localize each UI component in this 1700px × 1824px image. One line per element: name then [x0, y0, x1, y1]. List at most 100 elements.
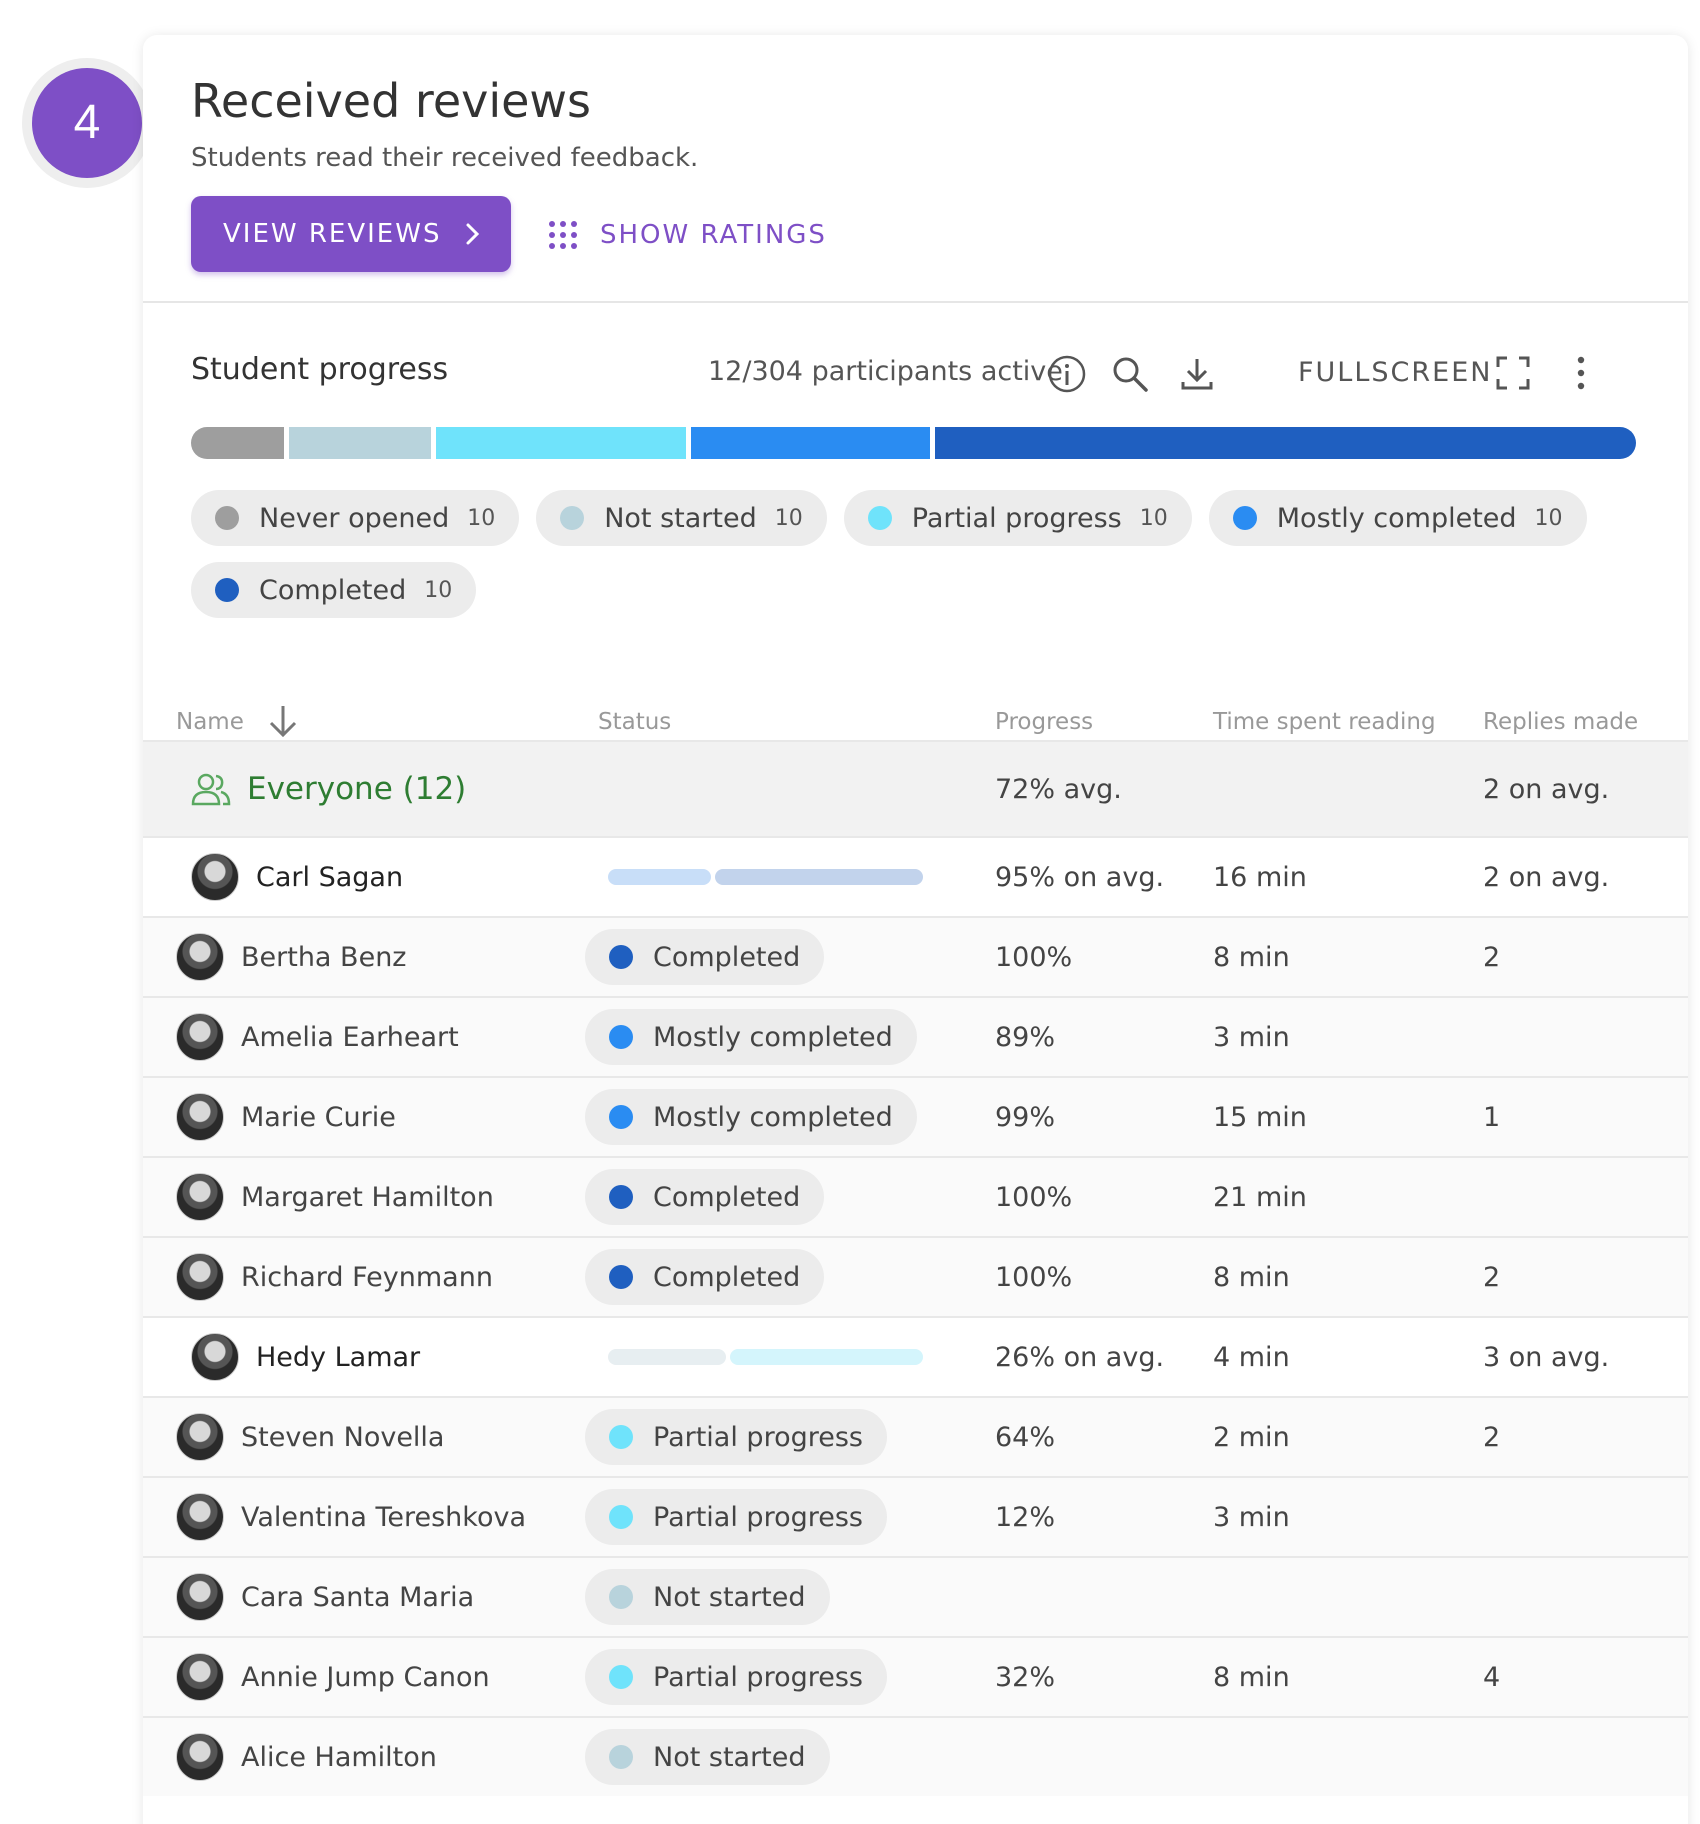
group-users-icon [191, 773, 231, 806]
info-icon[interactable] [1048, 355, 1086, 393]
avatar [176, 1253, 224, 1301]
sort-down-icon[interactable] [266, 703, 300, 739]
progress-cell: 64% [995, 1421, 1056, 1453]
avatar [176, 1413, 224, 1461]
status-label: Mostly completed [653, 1021, 893, 1053]
group-replies: 2 on avg. [1483, 773, 1610, 805]
mini-progress-segment [730, 1349, 923, 1365]
replies-cell: 2 [1483, 1421, 1501, 1453]
more-vert-icon[interactable] [1571, 355, 1591, 391]
status-cell: Partial progress [585, 1638, 887, 1716]
show-ratings-label: SHOW RATINGS [600, 220, 827, 250]
status-cell: Not started [585, 1558, 830, 1636]
avatar [176, 933, 224, 981]
status-cell [608, 1318, 923, 1396]
avatar [176, 1493, 224, 1541]
table-row[interactable]: Valentina Tereshkova Partial progress 12% 3… [143, 1476, 1688, 1556]
legend-chip[interactable]: Partial progress 10 [843, 490, 1192, 546]
legend-count: 10 [774, 505, 803, 531]
legend-chip[interactable]: Never opened 10 [191, 490, 520, 546]
status-chip: Completed [585, 1249, 825, 1305]
table-row-group[interactable]: Everyone (12) 72% avg. 2 on avg. [143, 740, 1688, 836]
status-chip: Completed [585, 929, 825, 985]
status-chip: Not started [585, 1569, 830, 1625]
progress-segment-bar [191, 427, 1636, 459]
table-row[interactable]: Margaret Hamilton Completed 100% 21 min [143, 1156, 1688, 1236]
table-row[interactable]: Amelia Earheart Mostly completed 89% 3 min [143, 996, 1688, 1076]
replies-cell: 2 on avg. [1483, 861, 1610, 893]
replies-cell: 2 [1483, 941, 1501, 973]
status-dot-icon [609, 1025, 633, 1049]
time-cell: 3 min [1213, 1501, 1290, 1533]
status-cell [608, 838, 923, 916]
table-row-student[interactable]: Carl Sagan 95% on avg. 16 min 2 on avg. [143, 836, 1688, 916]
column-time[interactable]: Time spent reading [1213, 707, 1436, 737]
status-cell: Partial progress [585, 1478, 887, 1556]
time-cell: 2 min [1213, 1421, 1290, 1453]
progress-segment [436, 427, 686, 459]
avatar [176, 1173, 224, 1221]
status-label: Completed [653, 941, 801, 973]
name-cell: Carl Sagan [191, 838, 403, 916]
table-row[interactable]: Cara Santa Maria Not started [143, 1556, 1688, 1636]
table-row[interactable]: Marie Curie Mostly completed 99% 15 min 1 [143, 1076, 1688, 1156]
status-dot-icon [609, 1105, 633, 1129]
status-cell: Mostly completed [585, 998, 917, 1076]
name-cell: Richard Feynmann [176, 1238, 493, 1316]
legend-count: 10 [467, 505, 496, 531]
mini-progress-segment [608, 869, 711, 885]
status-dot-icon [609, 1585, 633, 1609]
student-name: Margaret Hamilton [241, 1181, 494, 1213]
table-row[interactable]: Bertha Benz Completed 100% 8 min 2 [143, 916, 1688, 996]
replies-cell: 2 [1483, 1261, 1501, 1293]
table-row[interactable]: Alice Hamilton Not started [143, 1716, 1688, 1796]
view-reviews-button[interactable]: VIEW REVIEWS [191, 196, 511, 272]
status-dot-icon [215, 506, 239, 530]
legend-chip[interactable]: Not started 10 [536, 490, 827, 546]
progress-cell: 32% [995, 1661, 1056, 1693]
mini-progress-bar [608, 869, 923, 885]
search-icon[interactable] [1111, 355, 1149, 393]
progress-cell: 26% on avg. [995, 1341, 1165, 1373]
status-dot-icon [560, 506, 585, 530]
status-cell: Mostly completed [585, 1078, 917, 1156]
step-indicator: 4 [22, 58, 152, 188]
student-name: Valentina Tereshkova [241, 1501, 527, 1533]
name-cell: Hedy Lamar [191, 1318, 420, 1396]
table-row[interactable]: Richard Feynmann Completed 100% 8 min 2 [143, 1236, 1688, 1316]
column-status[interactable]: Status [598, 707, 671, 737]
status-dot-icon [1232, 506, 1257, 530]
avatar [176, 1013, 224, 1061]
legend-chip[interactable]: Mostly completed 10 [1208, 490, 1587, 546]
progress-cell: 100% [995, 941, 1073, 973]
mini-progress-segment [608, 1349, 727, 1365]
progress-segment [288, 427, 432, 459]
fullscreen-button[interactable]: FULLSCREEN [1298, 355, 1492, 391]
student-name: Cara Santa Maria [241, 1581, 475, 1613]
mini-progress-bar [608, 1349, 923, 1365]
table-row[interactable]: Steven Novella Partial progress 64% 2 min 2 [143, 1396, 1688, 1476]
legend-label: Not started [604, 502, 757, 534]
status-cell: Partial progress [585, 1398, 887, 1476]
show-ratings-button[interactable]: SHOW RATINGS [548, 215, 827, 255]
download-icon[interactable] [1178, 355, 1216, 393]
status-chip: Partial progress [585, 1409, 887, 1465]
legend-count: 10 [424, 577, 453, 603]
fullscreen-icon[interactable] [1495, 355, 1531, 391]
name-cell: Bertha Benz [176, 918, 406, 996]
column-replies[interactable]: Replies made [1483, 707, 1638, 737]
column-name-label: Name [176, 709, 244, 735]
name-cell: Marie Curie [176, 1078, 396, 1156]
status-dot-icon [609, 1185, 633, 1209]
status-chip: Partial progress [585, 1649, 887, 1705]
table-row-student[interactable]: Hedy Lamar 26% on avg. 4 min 3 on avg. [143, 1316, 1688, 1396]
legend-label: Partial progress [911, 502, 1122, 534]
section-divider [143, 301, 1688, 303]
view-reviews-label: VIEW REVIEWS [223, 219, 442, 249]
status-label: Partial progress [653, 1501, 863, 1533]
column-progress[interactable]: Progress [995, 707, 1093, 737]
time-cell: 3 min [1213, 1021, 1290, 1053]
column-name[interactable]: Name [176, 707, 244, 737]
legend-chip[interactable]: Completed 10 [191, 562, 477, 618]
table-row[interactable]: Annie Jump Canon Partial progress 32% 8 min… [143, 1636, 1688, 1716]
